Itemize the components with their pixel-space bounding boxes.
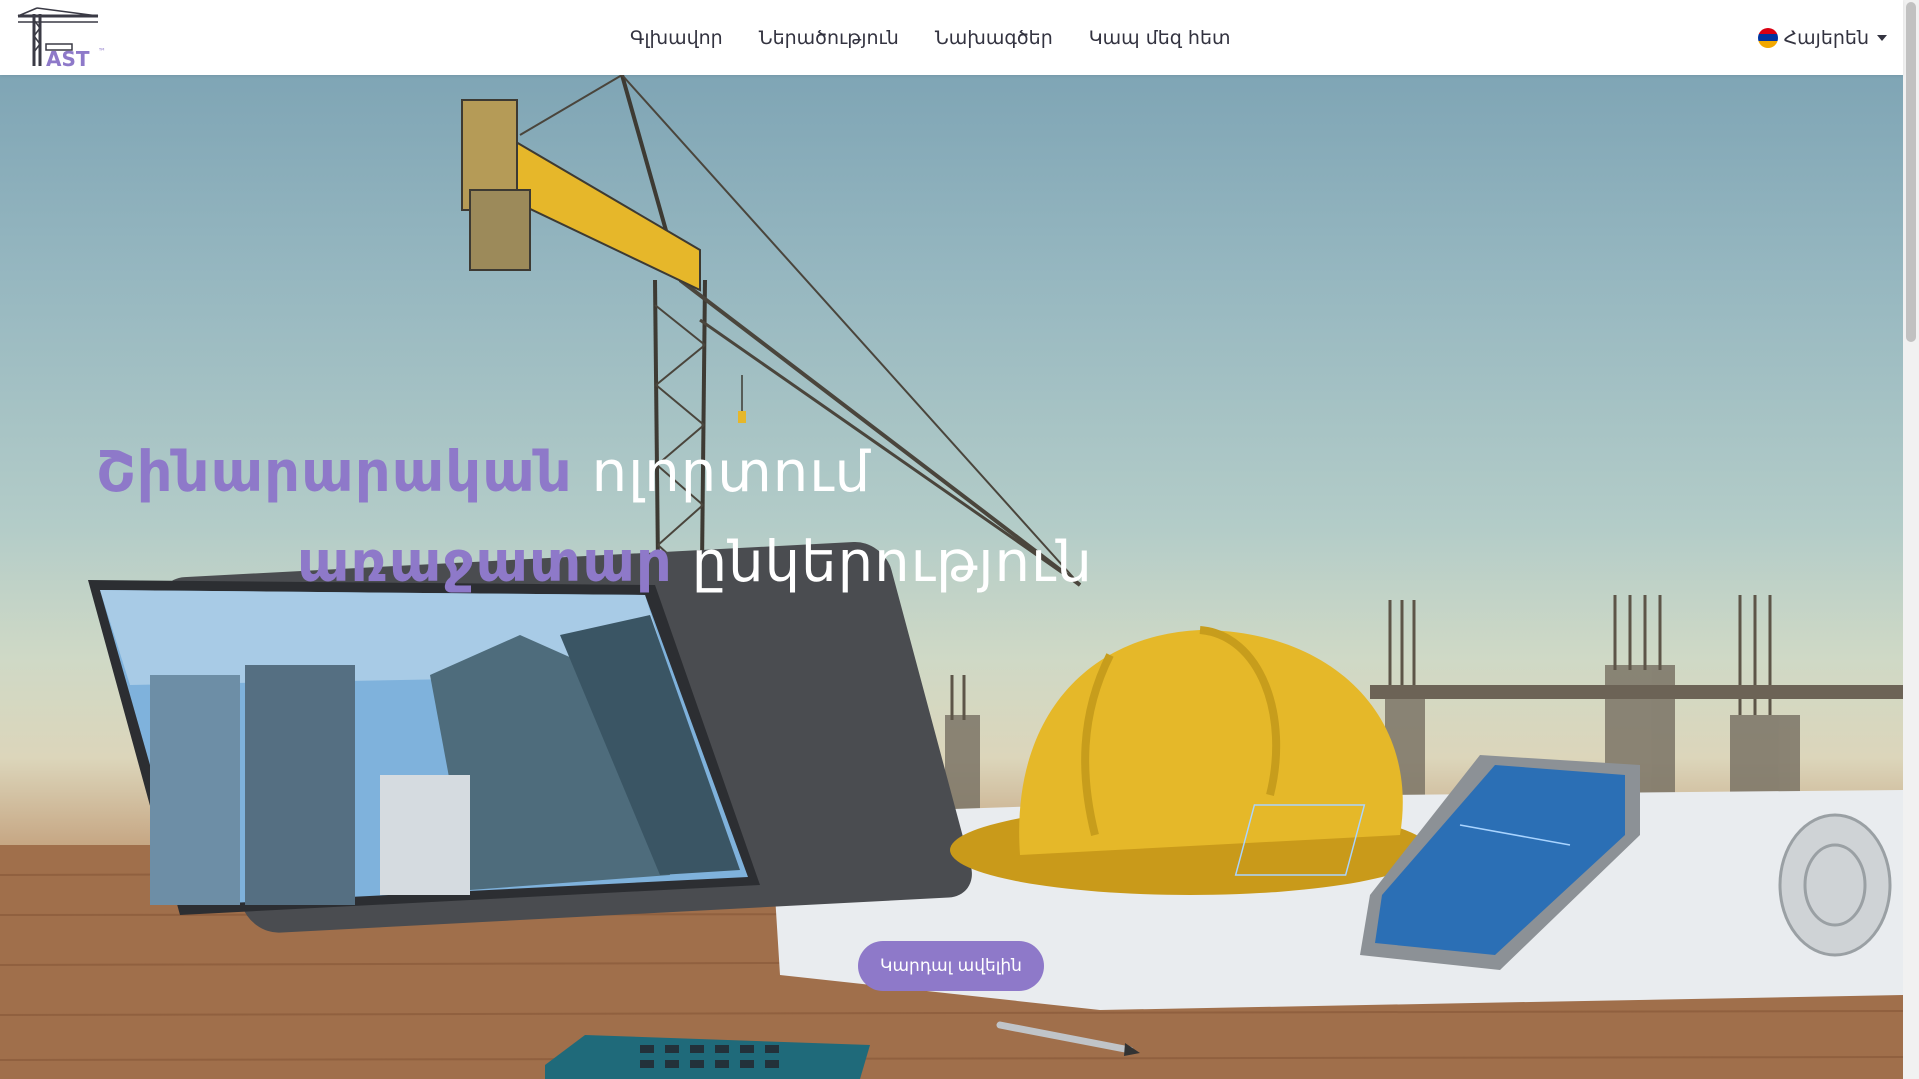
scrollbar-thumb[interactable] <box>1906 2 1916 342</box>
language-label: Հայերեն <box>1783 26 1869 49</box>
svg-text:AST: AST <box>46 47 90 70</box>
main-nav: Գլխավոր Ներածություն Նախագծեր Կապ մեզ հե… <box>630 0 1230 75</box>
language-selector[interactable]: Հայերեն <box>1757 0 1887 75</box>
hero-headline-line-1: Շինարարական ոլորտում <box>96 440 871 505</box>
armenia-flag-icon <box>1757 27 1778 48</box>
hero-section: Շինարարական ոլորտում առաջատար ընկերությո… <box>0 75 1903 1079</box>
nav-link-home[interactable]: Գլխավոր <box>630 27 723 49</box>
nav-link-projects[interactable]: Նախագծեր <box>935 27 1053 49</box>
hero-headline-accent-1: Շինարարական <box>96 440 573 505</box>
page-scrollbar[interactable] <box>1903 0 1919 1079</box>
top-navbar: AST ™ Գլխավոր Ներածություն Նախագծեր Կապ … <box>0 0 1903 75</box>
crane-logo-icon: AST ™ <box>17 7 106 71</box>
hero-headline-text-2: ընկերություն <box>691 530 1093 595</box>
nav-link-about[interactable]: Ներածություն <box>759 27 899 49</box>
chevron-down-icon <box>1877 34 1887 41</box>
hero-headline-accent-2: առաջատար <box>297 530 673 595</box>
hero-headline-text-1: ոլորտում <box>591 440 872 505</box>
read-more-button[interactable]: Կարդալ ավելին <box>858 941 1044 991</box>
nav-link-contact[interactable]: Կապ մեզ հետ <box>1089 27 1231 49</box>
hero-headline-line-2: առաջատար ընկերություն <box>297 530 1093 595</box>
svg-text:™: ™ <box>98 47 106 56</box>
company-logo[interactable]: AST ™ <box>16 6 116 71</box>
